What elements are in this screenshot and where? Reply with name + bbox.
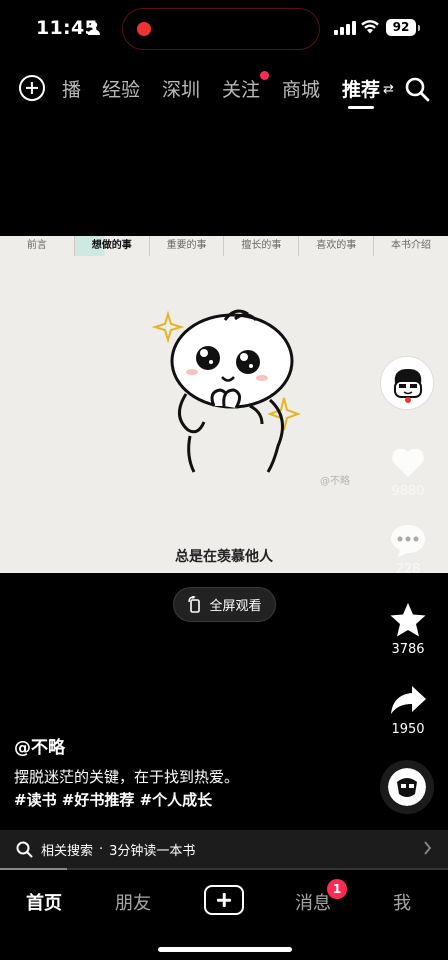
chapter-item-active: 想做的事 — [74, 236, 150, 256]
tab-experience[interactable]: 经验 — [102, 75, 140, 102]
description-text: 摆脱迷茫的关键，在于找到热爱。 — [14, 768, 240, 786]
tab-mall[interactable]: 商城 — [282, 75, 320, 102]
tab-following[interactable]: 关注 — [222, 75, 260, 102]
share-button[interactable]: 1950 — [380, 680, 436, 737]
battery-indicator: 92 — [386, 19, 420, 36]
recording-indicator-icon — [137, 22, 151, 36]
related-search-query: 3分钟读一本书 — [109, 843, 196, 859]
comment-count: 228 — [395, 562, 421, 577]
chapter-item: 前言 — [0, 236, 75, 256]
related-search-prefix: 相关搜索 — [41, 843, 94, 859]
heart-icon — [392, 448, 424, 477]
chapter-item: 喜欢的事 — [299, 236, 375, 256]
hashtags[interactable]: #读书 #好书推荐 #个人成长 — [14, 789, 354, 812]
person-icon — [88, 21, 100, 35]
share-arrow-icon — [391, 686, 426, 714]
share-count: 1950 — [391, 722, 425, 737]
like-button[interactable]: 9880 — [380, 442, 436, 499]
home-indicator — [158, 947, 292, 952]
rotate-screen-icon — [188, 596, 201, 613]
cartoon-character-illustration — [151, 309, 301, 473]
add-circle-icon[interactable] — [19, 75, 45, 101]
chapter-bar: 前言 想做的事 重要的事 擅长的事 喜欢的事 本书介绍 — [0, 236, 448, 256]
favorite-button[interactable]: 3786 — [380, 600, 436, 657]
status-bar: 11:45 92 — [0, 0, 448, 56]
search-icon[interactable] — [404, 76, 430, 102]
wifi-icon — [361, 20, 379, 34]
tab-me[interactable]: 我 — [393, 889, 411, 915]
avatar-face-icon — [381, 357, 433, 409]
tab-live[interactable]: 播 — [62, 75, 81, 102]
following-notification-dot — [260, 71, 269, 80]
music-disc[interactable] — [380, 760, 434, 814]
cellular-signal-icon — [334, 21, 356, 35]
tab-shenzhen[interactable]: 深圳 — [162, 75, 200, 102]
search-icon — [16, 841, 33, 857]
chapter-item: 重要的事 — [150, 236, 225, 256]
bottom-tab-bar: 首页 朋友 消息 1 我 — [0, 870, 448, 960]
tab-recommend[interactable]: 推荐 — [342, 75, 380, 102]
chapter-item: 擅长的事 — [224, 236, 300, 256]
swap-icon[interactable]: ⇄ — [383, 82, 394, 97]
chevron-right-icon — [424, 841, 432, 855]
like-count: 9880 — [391, 484, 425, 499]
author-avatar[interactable] — [380, 356, 434, 410]
related-search-bar[interactable]: 相关搜索 · 3分钟读一本书 — [0, 830, 448, 868]
author-name[interactable]: @不略 — [14, 733, 65, 758]
fullscreen-button[interactable]: 全屏观看 — [173, 587, 276, 622]
star-icon — [390, 603, 426, 637]
message-badge: 1 — [327, 879, 347, 899]
create-post-button[interactable] — [204, 885, 244, 915]
comment-icon — [391, 525, 425, 557]
tab-home[interactable]: 首页 — [26, 889, 62, 915]
tab-friends[interactable]: 朋友 — [115, 889, 151, 915]
comment-button[interactable]: 228 — [380, 520, 436, 577]
top-nav: 播 经验 深圳 关注 商城 推荐 ⇄ — [0, 68, 448, 110]
dynamic-island — [122, 8, 320, 50]
music-cover-icon — [388, 768, 426, 806]
favorite-count: 3786 — [391, 642, 425, 657]
chapter-item: 本书介绍 — [391, 240, 432, 251]
related-search-separator: · — [99, 841, 104, 857]
tab-messages[interactable]: 消息 — [295, 889, 331, 915]
fullscreen-label: 全屏观看 — [209, 599, 262, 614]
active-tab-indicator — [348, 106, 374, 109]
video-description: 摆脱迷茫的关键，在于找到热爱。 #读书 #好书推荐 #个人成长 — [14, 766, 354, 812]
video-watermark: @不略 — [320, 476, 350, 487]
